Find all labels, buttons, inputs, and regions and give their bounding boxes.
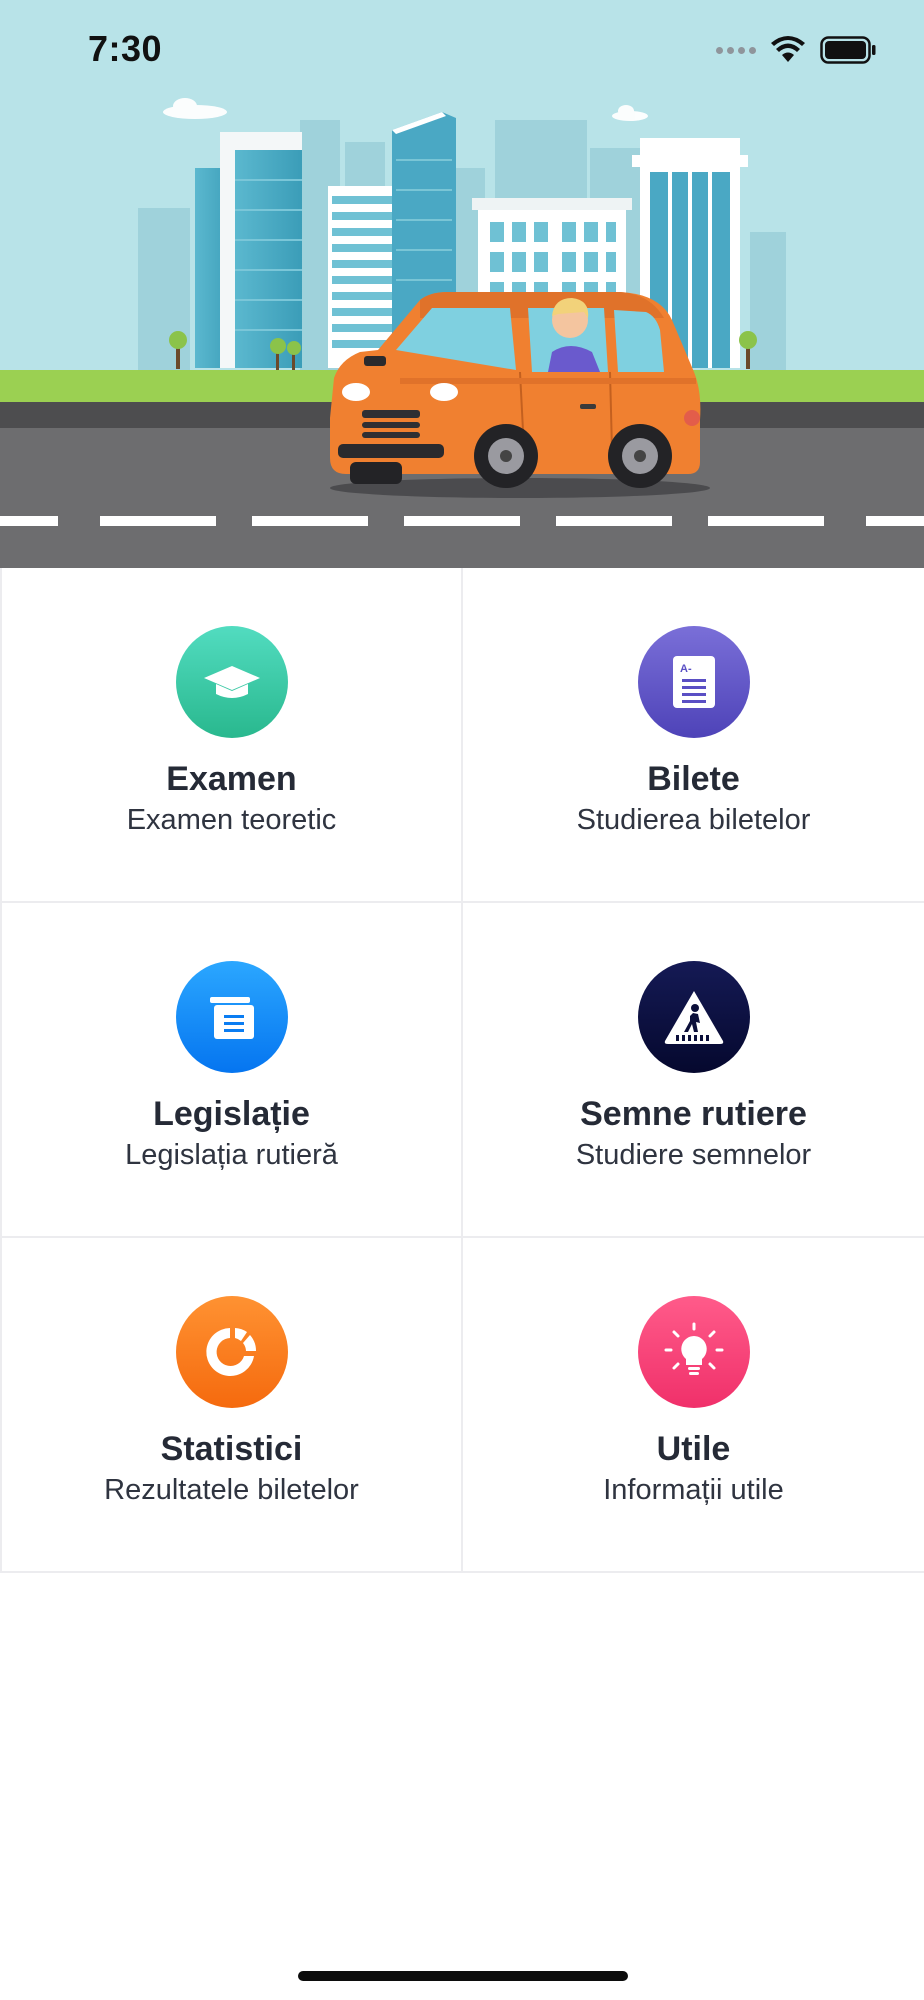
menu-tile-subtitle: Examen teoretic — [126, 804, 337, 836]
menu-tile-statistici[interactable]: Statistici Rezultatele biletelor — [0, 1238, 463, 1573]
menu-tile-semne-rutiere[interactable]: Semne rutiere Studiere semnelor — [463, 903, 924, 1238]
lightbulb-icon — [637, 1296, 750, 1408]
status-time: 7:30 — [88, 28, 163, 69]
menu-tile-title: Semne rutiere — [580, 1095, 807, 1133]
menu-grid: Examen Examen teoretic A- Bilete Studier… — [0, 568, 924, 1573]
menu-tile-utile[interactable]: Utile Informații utile — [463, 1238, 924, 1573]
wifi-icon — [770, 36, 806, 64]
home-screen: 7:30 Examen Examen teoretic A- Bilete St… — [0, 0, 924, 2000]
menu-tile-title: Legislație — [153, 1095, 310, 1133]
header-illustration: 7:30 — [0, 0, 924, 568]
menu-tile-subtitle: Informații utile — [603, 1474, 784, 1506]
pedestrian-crossing-sign-icon — [637, 961, 750, 1073]
menu-tile-subtitle: Studierea biletelor — [576, 804, 811, 836]
menu-tile-title: Examen — [166, 760, 297, 798]
status-icons — [716, 34, 876, 66]
menu-tile-subtitle: Legislația rutieră — [125, 1139, 338, 1171]
cellular-signal-icon — [716, 46, 756, 54]
menu-tile-examen[interactable]: Examen Examen teoretic — [0, 568, 463, 903]
menu-tile-title: Statistici — [160, 1430, 303, 1468]
menu-tile-title: Utile — [656, 1430, 731, 1468]
menu-tile-legislatie[interactable]: Legislație Legislația rutieră — [0, 903, 463, 1238]
menu-tile-subtitle: Rezultatele biletelor — [104, 1474, 359, 1506]
svg-text:A-: A- — [680, 663, 692, 675]
pie-chart-icon — [175, 1296, 288, 1408]
graduation-cap-icon — [175, 626, 288, 738]
book-icon — [175, 961, 288, 1073]
battery-icon — [820, 36, 876, 64]
home-indicator[interactable] — [298, 1971, 628, 1981]
document-icon: A- — [637, 626, 750, 738]
menu-tile-title: Bilete — [647, 760, 740, 798]
menu-tile-subtitle: Studiere semnelor — [575, 1139, 812, 1171]
menu-tile-bilete[interactable]: A- Bilete Studierea biletelor — [463, 568, 924, 903]
status-bar: 7:30 — [0, 0, 924, 100]
